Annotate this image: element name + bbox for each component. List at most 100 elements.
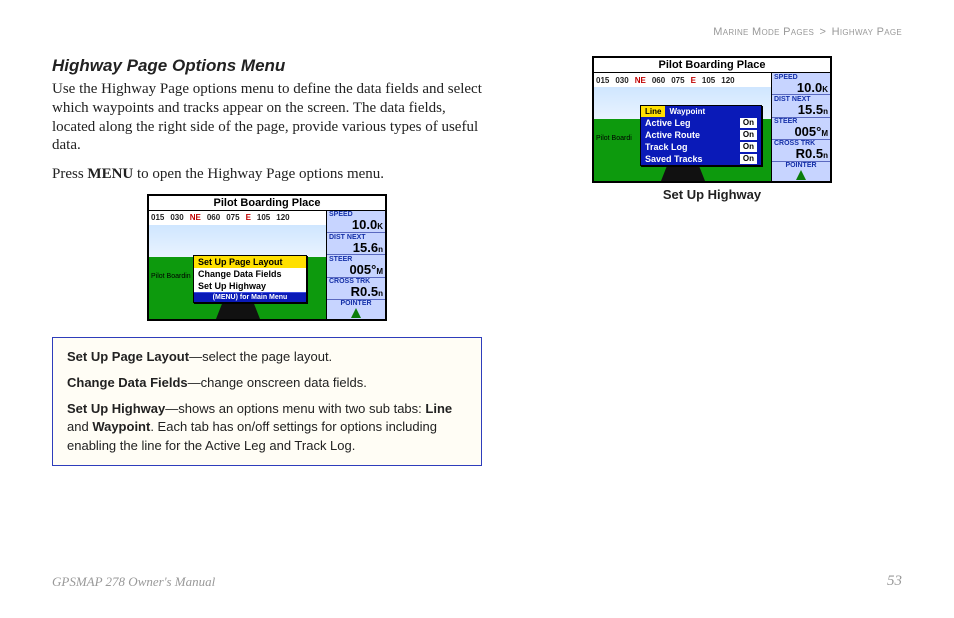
breadcrumb-section: Marine Mode Pages [713,26,814,38]
section-title: Highway Page Options Menu [52,56,482,76]
compass-tick: 105 [702,76,715,85]
sky [149,225,326,257]
waypoint-label: Pilot Boardi [596,135,632,142]
gps-title: Pilot Boarding Place [594,58,830,73]
intro-paragraph: Use the Highway Page options menu to def… [52,80,482,155]
metric-value: 10.0 [797,80,822,95]
setting-active-route[interactable]: Active Route On [641,129,761,141]
compass-tick: 075 [226,213,239,222]
setting-track-log[interactable]: Track Log On [641,141,761,153]
setting-name: Track Log [645,142,688,152]
compass-tick: 015 [151,213,164,222]
setting-name: Saved Tracks [645,154,703,164]
metric-value: R0.5 [351,284,378,299]
metric-value: 10.0 [352,217,377,232]
compass-strip: 015 030 NE 060 075 E 105 120 [594,73,771,88]
metric-value: 005° [349,262,376,277]
metric-dist-next: DIST NEXT 15.5n [772,95,830,117]
setting-state: On [740,130,757,140]
metric-unit: n [378,245,383,254]
metric-pointer: POINTER [772,162,830,181]
compass-cardinal: E [691,76,696,85]
menu-item-change-data-fields[interactable]: Change Data Fields [194,268,306,280]
gps-screenshot-set-up-highway: Pilot Boarding Place 015 030 NE 060 075 … [592,56,832,183]
note-def: —select the page layout. [189,349,332,364]
compass-tick: 060 [207,213,220,222]
compass-tick: 015 [596,76,609,85]
setting-name: Active Route [645,130,700,140]
metric-value: 15.6 [353,240,378,255]
compass-tick: 030 [615,76,628,85]
metric-unit: M [376,267,383,276]
breadcrumb-sep: > [820,26,827,38]
setup-highway-popup: Line Waypoint Active Leg On Act [640,105,762,166]
data-fields-panel: SPEED 10.0K DIST NEXT 15.5n STEER 005°M [771,73,830,181]
setting-active-leg[interactable]: Active Leg On [641,117,761,129]
note-def: —change onscreen data fields. [188,375,367,390]
compass-strip: 015 030 NE 060 075 E 105 120 [149,211,326,226]
compass-cardinal: E [246,213,251,222]
note-text: and [67,419,92,434]
tab-line[interactable]: Line [641,106,665,117]
setting-state: On [740,142,757,152]
compass-tick: 120 [276,213,289,222]
compass-tick: 030 [170,213,183,222]
note-term: Waypoint [92,419,150,434]
metric-unit: n [823,107,828,116]
metric-value: R0.5 [796,146,823,161]
press-menu-post: to open the Highway Page options menu. [133,166,384,182]
setting-state: On [740,154,757,164]
metric-unit: M [821,129,828,138]
note-term: Set Up Page Layout [67,349,189,364]
compass-tick: 075 [671,76,684,85]
metric-cross-trk: CROSS TRK R0.5n [772,140,830,162]
menu-item-set-up-page-layout[interactable]: Set Up Page Layout [194,256,306,268]
press-menu-pre: Press [52,166,87,182]
pointer-arrow-icon [351,308,361,318]
pointer-arrow-icon [796,170,806,180]
metric-label: POINTER [785,162,816,169]
compass-cardinal: NE [635,76,646,85]
note-term: Line [425,401,452,416]
metric-steer: STEER 005°M [327,255,385,277]
setting-saved-tracks[interactable]: Saved Tracks On [641,153,761,165]
metric-value: 15.5 [798,102,823,117]
breadcrumb-page: Highway Page [832,26,902,38]
footer-manual-title: GPSMAP 278 Owner's Manual [52,574,215,590]
tab-waypoint[interactable]: Waypoint [665,106,709,117]
figure-caption: Set Up Highway [663,187,761,202]
note-term: Set Up Highway [67,401,165,416]
metric-unit: n [823,151,828,160]
menu-item-set-up-highway[interactable]: Set Up Highway [194,280,306,292]
metric-cross-trk: CROSS TRK R0.5n [327,278,385,300]
compass-cardinal: NE [190,213,201,222]
waypoint-label: Pilot Boardin [151,273,191,280]
press-menu-strong: MENU [87,166,133,182]
note-text: —shows an options menu with two sub tabs… [165,401,425,416]
note-term: Change Data Fields [67,375,188,390]
definitions-box: Set Up Page Layout—select the page layou… [52,337,482,466]
press-menu-paragraph: Press MENU to open the Highway Page opti… [52,165,482,184]
compass-tick: 060 [652,76,665,85]
options-menu-popup: Set Up Page Layout Change Data Fields Se… [193,255,307,303]
metric-steer: STEER 005°M [772,118,830,140]
setting-state: On [740,118,757,128]
metric-dist-next: DIST NEXT 15.6n [327,233,385,255]
metric-unit: n [378,289,383,298]
setting-name: Active Leg [645,118,691,128]
compass-tick: 120 [721,76,734,85]
metric-value: 005° [794,124,821,139]
metric-unit: K [822,85,828,94]
gps-screenshot-options-menu: Pilot Boarding Place 015 030 NE 060 075 … [147,194,387,321]
metric-speed: SPEED 10.0K [327,211,385,233]
compass-tick: 105 [257,213,270,222]
data-fields-panel: SPEED 10.0K DIST NEXT 15.6n STEER 005°M [326,211,385,319]
metric-speed: SPEED 10.0K [772,73,830,95]
metric-pointer: POINTER [327,300,385,319]
footer-page-number: 53 [887,573,902,590]
breadcrumb: Marine Mode Pages > Highway Page [713,26,902,38]
menu-footer-hint: (MENU) for Main Menu [194,292,306,302]
metric-label: POINTER [340,300,371,307]
metric-unit: K [377,222,383,231]
gps-title: Pilot Boarding Place [149,196,385,211]
